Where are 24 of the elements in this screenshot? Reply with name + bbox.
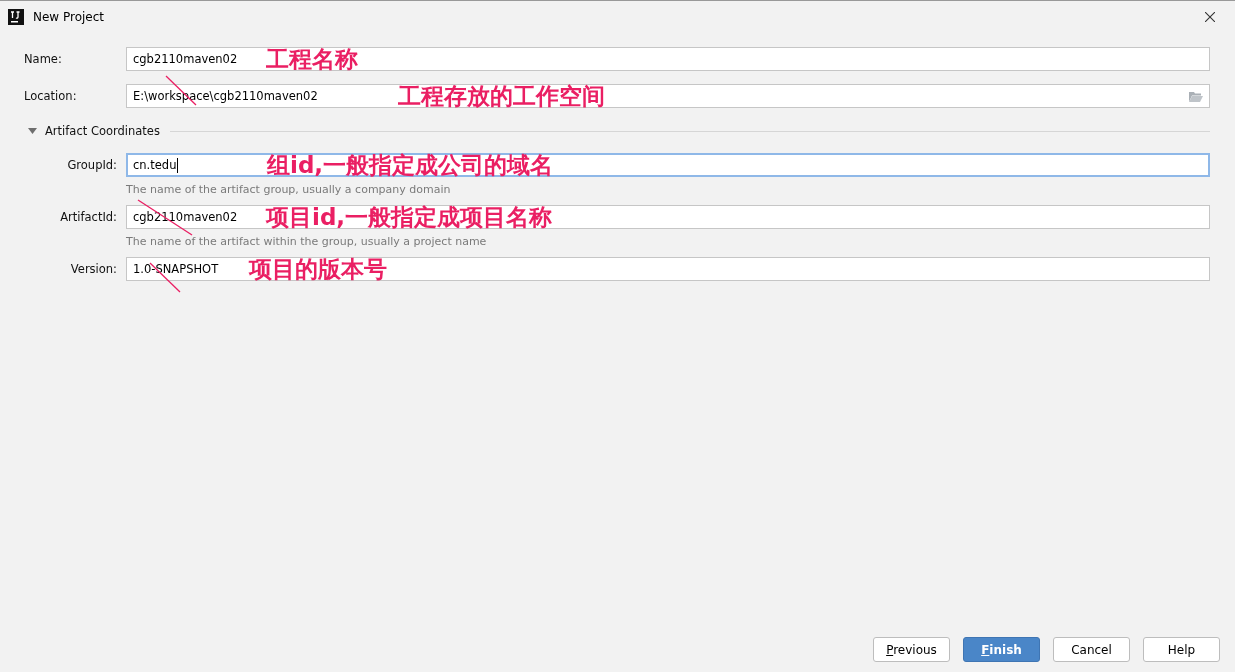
hint-text: The name of the artifact within the group, usually a project name bbox=[126, 235, 488, 249]
hint-text: The name of the artifact group, usually a company domain bbox=[126, 183, 452, 197]
annotation-text: 组id,一般指定成公司的域名 bbox=[267, 150, 554, 180]
dialog-button[interactable]: Help bbox=[1143, 637, 1220, 662]
annotation-text: 工程名称 bbox=[266, 44, 358, 74]
field-label: Name: bbox=[24, 52, 63, 66]
collapse-triangle-icon[interactable] bbox=[28, 128, 37, 134]
dialog-button[interactable]: Cancel bbox=[1053, 637, 1130, 662]
window-title: New Project bbox=[33, 9, 106, 24]
field-label: GroupId: bbox=[66, 158, 118, 172]
annotation-text: 工程存放的工作空间 bbox=[398, 81, 605, 111]
primary-button[interactable]: Finish bbox=[963, 637, 1040, 662]
section-title: Artifact Coordinates bbox=[45, 124, 160, 138]
field-label: Location: bbox=[24, 89, 78, 103]
close-icon[interactable] bbox=[1205, 11, 1215, 22]
field-label: ArtifactId: bbox=[59, 210, 118, 224]
app-logo bbox=[8, 8, 24, 25]
text-field[interactable]: cgb2110maven02 工程名称 bbox=[126, 47, 1210, 71]
text-caret bbox=[177, 157, 179, 173]
annotation-text: 项目id,一般指定成项目名称 bbox=[266, 202, 553, 232]
annotation-text: 项目的版本号 bbox=[249, 254, 387, 284]
field-label: Version: bbox=[69, 262, 118, 276]
text-field[interactable]: cn.tedu 组id,一般指定成公司的域名 bbox=[126, 153, 1210, 177]
dialog-button[interactable]: Previous bbox=[873, 637, 950, 662]
